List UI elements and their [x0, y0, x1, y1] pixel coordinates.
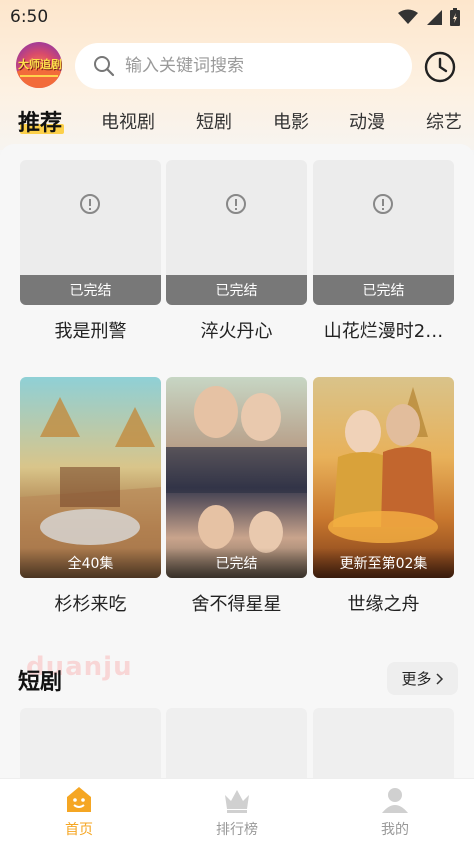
status-time: 6:50 — [10, 7, 49, 27]
image-error-icon — [226, 194, 246, 214]
tab-variety[interactable]: 综艺 — [426, 108, 462, 134]
search-icon — [94, 56, 115, 77]
status-badge: 已完结 — [313, 275, 454, 305]
poster-placeholder: 已完结 — [313, 160, 454, 305]
nav-profile[interactable]: 我的 — [350, 785, 440, 839]
image-error-icon — [80, 194, 100, 214]
nav-ranking[interactable]: 排行榜 — [192, 785, 282, 839]
poster-placeholder: 已完结 — [166, 160, 307, 305]
user-icon — [382, 788, 408, 813]
image-error-icon — [373, 194, 393, 214]
card-title: 我是刑警 — [54, 321, 127, 342]
logo-text: 大师追剧 — [18, 58, 62, 71]
search-bar[interactable] — [75, 43, 412, 89]
tab-short-drama[interactable]: 短剧 — [196, 108, 232, 134]
loading-card — [20, 708, 161, 788]
loading-card — [313, 708, 454, 788]
media-card[interactable]: 更新至第02集 世缘之舟 — [313, 377, 454, 616]
media-card[interactable]: 已完结 舍不得星星 — [166, 377, 307, 616]
category-tabs: 推荐 电视剧 短剧 电影 动漫 综艺 — [0, 100, 474, 140]
crown-icon — [225, 790, 249, 813]
signal-icon — [427, 10, 442, 25]
status-badge: 已完结 — [166, 548, 307, 578]
card-title: 淬火丹心 — [200, 321, 273, 342]
status-badge: 已完结 — [166, 275, 307, 305]
poster-image: 已完结 — [166, 377, 307, 578]
app-logo[interactable]: 大师追剧 — [16, 42, 62, 88]
chevron-right-icon — [435, 672, 443, 685]
search-input[interactable] — [125, 56, 385, 76]
media-card[interactable]: 已完结 山花烂漫时2… — [313, 160, 454, 343]
battery-icon — [450, 8, 460, 26]
status-badge: 已完结 — [20, 275, 161, 305]
card-title: 山花烂漫时2… — [323, 321, 444, 342]
home-icon — [67, 787, 91, 812]
episode-badge: 全40集 — [20, 548, 161, 578]
tab-recommend[interactable]: 推荐 — [18, 105, 62, 137]
app-header: 大师追剧 — [0, 40, 474, 94]
poster-image: 更新至第02集 — [313, 377, 454, 578]
media-card[interactable]: 已完结 淬火丹心 — [166, 160, 307, 343]
media-card[interactable]: 已完结 我是刑警 — [20, 160, 161, 343]
loading-card — [166, 708, 307, 788]
short-drama-section-header: duanju 短剧 更多 — [18, 652, 458, 700]
nav-ranking-label: 排行榜 — [216, 822, 258, 838]
nav-home[interactable]: 首页 — [34, 785, 124, 839]
episode-badge: 更新至第02集 — [313, 548, 454, 578]
more-button[interactable]: 更多 — [387, 662, 458, 695]
tab-tv-series[interactable]: 电视剧 — [101, 108, 155, 134]
content-area: 已完结 我是刑警 已完结 淬火丹心 已完结 山花烂漫时2… 全40集 杉杉来吃 … — [0, 144, 474, 788]
nav-home-label: 首页 — [65, 822, 93, 838]
tab-movie[interactable]: 电影 — [273, 108, 309, 134]
poster-placeholder: 已完结 — [20, 160, 161, 305]
clock-icon[interactable] — [423, 50, 457, 84]
status-bar: 6:50 — [0, 0, 474, 34]
media-card[interactable]: 全40集 杉杉来吃 — [20, 377, 161, 616]
card-title: 杉杉来吃 — [54, 594, 127, 615]
tab-anime[interactable]: 动漫 — [349, 108, 385, 134]
more-label: 更多 — [401, 670, 432, 688]
nav-profile-label: 我的 — [381, 822, 409, 838]
status-icons — [398, 8, 460, 26]
card-title: 舍不得星星 — [191, 594, 282, 615]
wifi-icon — [398, 9, 418, 24]
poster-image: 全40集 — [20, 377, 161, 578]
card-title: 世缘之舟 — [347, 594, 420, 615]
bottom-nav: 首页 排行榜 我的 — [0, 778, 474, 844]
section-title: 短剧 — [18, 670, 63, 695]
